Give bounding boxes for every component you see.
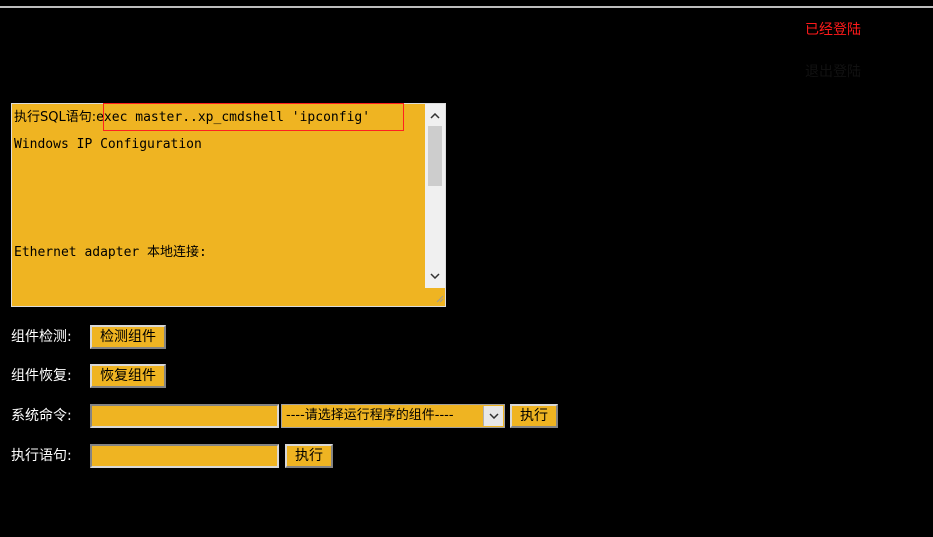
component-select-value: ----请选择运行程序的组件---- [286,408,454,423]
component-select[interactable]: ----请选择运行程序的组件---- [281,404,505,428]
resize-grip-icon[interactable] [432,293,444,305]
sql-output-text: 执行SQL语句:exec master..xp_cmdshell 'ipconf… [14,104,424,306]
check-component-button[interactable]: 检测组件 [90,325,166,349]
output-scrollbar[interactable] [425,104,445,288]
command-highlight-box [103,103,404,131]
scroll-down-arrow-icon[interactable] [425,266,445,286]
exec-statement-label: 执行语句: [11,448,72,464]
page: 已经登陆 退出登陆 执行SQL语句:exec master..xp_cmdshe… [0,0,933,537]
execute-statement-button[interactable]: 执行 [285,444,333,468]
sql-output-textarea[interactable]: 执行SQL语句:exec master..xp_cmdshell 'ipconf… [11,103,446,307]
login-status-label: 已经登陆 [805,22,861,38]
component-restore-label: 组件恢复: [11,368,72,384]
exec-statement-input[interactable] [90,444,279,468]
scroll-thumb[interactable] [428,126,442,186]
chevron-down-icon[interactable] [483,406,503,426]
output-line: Ethernet adapter 本地连接: [14,245,207,260]
top-divider [0,6,933,8]
component-check-label: 组件检测: [11,329,72,345]
system-command-input[interactable] [90,404,279,428]
sql-prefix-label: 执行SQL语句: [14,110,97,125]
restore-component-button[interactable]: 恢复组件 [90,364,166,388]
system-command-label: 系统命令: [11,408,72,424]
logout-link[interactable]: 退出登陆 [805,63,861,81]
execute-command-button[interactable]: 执行 [510,404,558,428]
scroll-up-arrow-icon[interactable] [425,106,445,126]
output-line: Windows IP Configuration [14,137,202,152]
